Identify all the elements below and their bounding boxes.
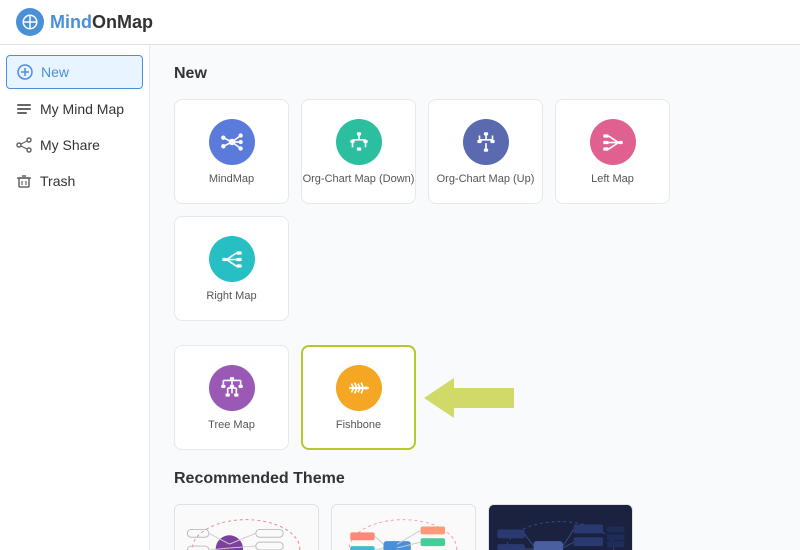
- map-card-tree-map[interactable]: Tree Map: [174, 345, 289, 450]
- trash-icon: [16, 173, 32, 189]
- org-chart-down-label: Org-Chart Map (Down): [303, 173, 415, 185]
- sidebar-item-my-mind-map[interactable]: My Mind Map: [0, 91, 149, 127]
- left-map-label: Left Map: [591, 173, 634, 185]
- sidebar-item-my-mind-map-label: My Mind Map: [40, 101, 124, 117]
- map-card-right-map[interactable]: Right Map: [174, 216, 289, 321]
- new-section-title: New: [174, 65, 776, 83]
- map-card-fishbone[interactable]: Fishbone: [301, 345, 416, 450]
- logo[interactable]: MindOnMap: [16, 8, 153, 36]
- org-chart-up-icon-circle: [463, 119, 509, 165]
- sidebar: New My Mind Map: [0, 45, 150, 550]
- theme-card-3[interactable]: [488, 504, 633, 550]
- fishbone-icon-circle: [336, 365, 382, 411]
- logo-text: MindOnMap: [50, 12, 153, 33]
- plus-circle-icon: [17, 64, 33, 80]
- mindmap-label: MindMap: [209, 173, 254, 185]
- sidebar-item-new-label: New: [41, 64, 69, 80]
- right-map-icon-circle: [209, 236, 255, 282]
- sidebar-item-my-share[interactable]: My Share: [0, 127, 149, 163]
- org-chart-up-label: Org-Chart Map (Up): [437, 173, 535, 185]
- logo-icon: [16, 8, 44, 36]
- fishbone-label: Fishbone: [336, 419, 381, 431]
- map-type-grid-row1: MindMap Org-Chart Map (Down): [174, 99, 776, 321]
- right-map-label: Right Map: [206, 290, 256, 302]
- tree-map-icon-circle: [209, 365, 255, 411]
- map-card-mindmap[interactable]: MindMap: [174, 99, 289, 204]
- logo-mind: Mind: [50, 12, 92, 32]
- org-chart-down-icon-circle: [336, 119, 382, 165]
- map-card-org-chart-up[interactable]: Org-Chart Map (Up): [428, 99, 543, 204]
- sidebar-item-trash-label: Trash: [40, 173, 75, 189]
- logo-map: Map: [117, 12, 153, 32]
- mindmap-icon-circle: [209, 119, 255, 165]
- header: MindOnMap: [0, 0, 800, 45]
- content-area: New MindMap Org-Chart Map (Down): [150, 45, 800, 550]
- sidebar-item-my-share-label: My Share: [40, 137, 100, 153]
- share-icon: [16, 137, 32, 153]
- map-card-org-chart-down[interactable]: Org-Chart Map (Down): [301, 99, 416, 204]
- sidebar-item-new[interactable]: New: [6, 55, 143, 89]
- map-card-left-map[interactable]: Left Map: [555, 99, 670, 204]
- logo-on: On: [92, 12, 117, 32]
- left-map-icon-circle: [590, 119, 636, 165]
- list-icon: [16, 101, 32, 117]
- tree-map-label: Tree Map: [208, 419, 255, 431]
- sidebar-item-trash[interactable]: Trash: [0, 163, 149, 199]
- fishbone-arrow: [424, 374, 514, 422]
- map-type-row2: Tree Map: [174, 345, 776, 450]
- theme-card-1[interactable]: [174, 504, 319, 550]
- theme-grid: [174, 504, 776, 550]
- recommended-theme-title: Recommended Theme: [174, 470, 776, 488]
- theme-card-2[interactable]: [331, 504, 476, 550]
- main-layout: New My Mind Map: [0, 45, 800, 550]
